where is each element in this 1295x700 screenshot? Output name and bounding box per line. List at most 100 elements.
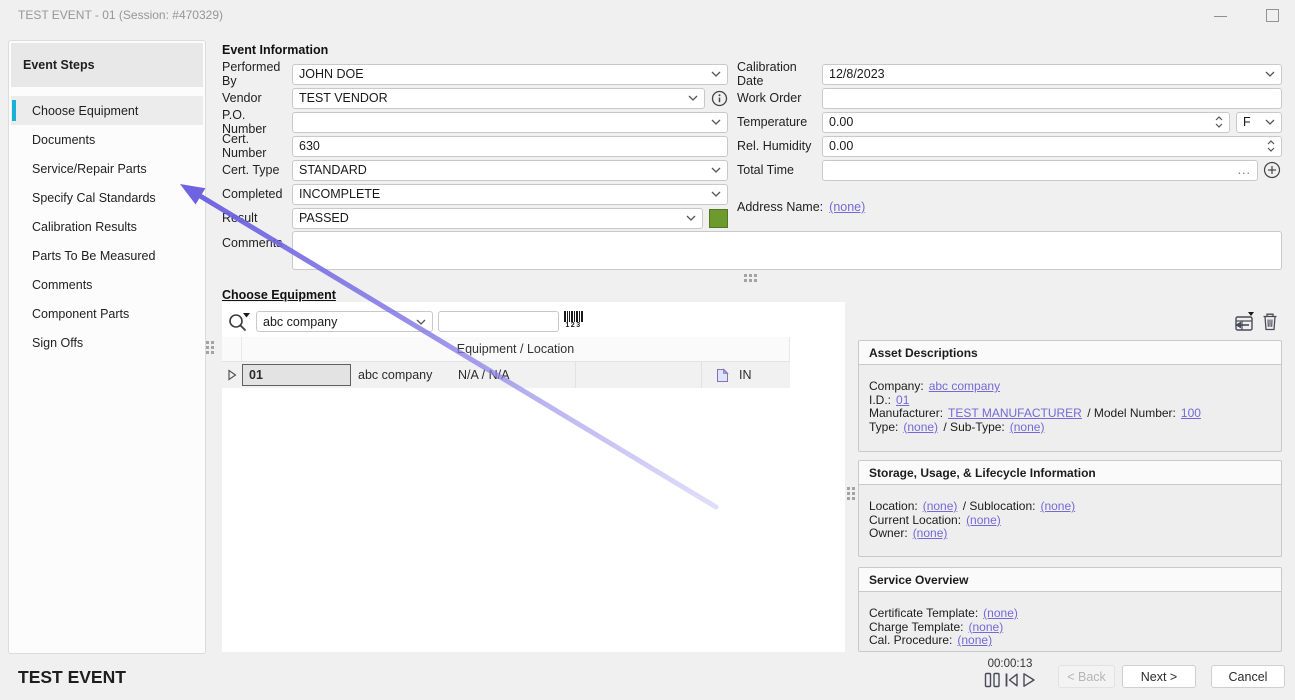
sidebar-item-label: Service/Repair Parts [32,162,147,176]
sidebar-item-label: Sign Offs [32,336,83,350]
equipment-table-row[interactable]: 01 abc company N/A / N/A IN [222,362,790,388]
type-label: Type: [869,420,898,434]
barcode-scan-button[interactable]: 123 [564,311,583,329]
id-link[interactable]: 01 [896,393,909,407]
ellipsis-button[interactable]: ... [1238,163,1251,177]
equipment-location-cell[interactable]: N/A / N/A [454,362,576,388]
delete-button[interactable] [1261,312,1279,332]
sidebar-item-sign-offs[interactable]: Sign Offs [11,328,203,357]
storage-info-header: Storage, Usage, & Lifecycle Information [859,461,1281,485]
sidebar-item-label: Calibration Results [32,220,137,234]
skip-to-start-icon [1004,672,1019,688]
sidebar-item-documents[interactable]: Documents [11,125,203,154]
sidebar-item-component-parts[interactable]: Component Parts [11,299,203,328]
equipment-status-cell[interactable]: IN [702,362,790,388]
completed-combobox[interactable]: INCOMPLETE [292,184,728,205]
current-location-label: Current Location: [869,513,961,527]
subtype-label: / Sub-Type: [943,420,1004,434]
grid-options-button[interactable] [1229,311,1255,333]
service-overview-header: Service Overview [859,568,1281,592]
selected-indicator-bar [12,100,16,121]
manufacturer-link[interactable]: TEST MANUFACTURER [948,406,1082,420]
sidebar-item-service-repair-parts[interactable]: Service/Repair Parts [11,154,203,183]
temperature-unit-combobox[interactable]: F [1236,112,1282,133]
owner-label: Owner: [869,526,908,540]
horizontal-splitter-handle[interactable] [744,274,757,282]
completed-value: INCOMPLETE [299,187,707,201]
cal-procedure-link[interactable]: (none) [957,633,992,647]
maximize-button[interactable] [1258,5,1286,25]
row-expander[interactable] [222,369,242,381]
current-location-link[interactable]: (none) [966,513,1001,527]
equipment-table-header[interactable]: Equipment / Location [222,337,790,362]
sublocation-label: / Sublocation: [963,499,1036,513]
company-filter-value: abc company [263,315,412,329]
minimize-button[interactable] [1206,6,1234,26]
spinner-arrows-icon[interactable] [1267,140,1275,152]
storage-info-panel: Storage, Usage, & Lifecycle Information … [858,460,1282,557]
total-time-field[interactable]: ... [822,160,1258,181]
event-steps-sidebar: Event Steps Choose Equipment Documents S… [8,40,206,654]
cert-number-input[interactable] [292,136,728,157]
sidebar-item-parts-to-be-measured[interactable]: Parts To Be Measured [11,241,203,270]
trash-icon [1261,312,1279,332]
sublocation-link[interactable]: (none) [1040,499,1075,513]
equipment-id-cell[interactable]: 01 [242,364,351,386]
back-button[interactable]: < Back [1058,665,1115,688]
spinner-arrows-icon[interactable] [1215,116,1223,128]
po-number-combobox[interactable] [292,112,728,133]
vendor-info-button[interactable] [711,90,728,107]
expander-column-header [222,337,242,361]
chevron-down-icon [688,95,698,101]
sidebar-item-comments[interactable]: Comments [11,270,203,299]
sidebar-item-choose-equipment[interactable]: Choose Equipment [11,96,203,125]
comments-textarea[interactable] [292,231,1282,270]
window-title: TEST EVENT - 01 (Session: #470329) [18,8,223,22]
vendor-combobox[interactable]: TEST VENDOR [292,88,705,109]
play-button[interactable] [1022,672,1036,688]
model-number-link[interactable]: 100 [1181,406,1201,420]
chevron-down-icon [1265,119,1275,125]
chevron-down-icon [1265,71,1275,77]
location-link[interactable]: (none) [923,499,958,513]
cal-procedure-label: Cal. Procedure: [869,633,952,647]
sidebar-item-specify-cal-standards[interactable]: Specify Cal Standards [11,183,203,212]
equipment-company-cell[interactable]: abc company [354,368,454,382]
equipment-location-column-header[interactable]: Equipment / Location [242,342,789,356]
cert-type-combobox[interactable]: STANDARD [292,160,728,181]
manufacturer-label: Manufacturer: [869,406,943,420]
sidebar-splitter-handle[interactable] [206,341,214,354]
sidebar-item-label: Specify Cal Standards [32,191,156,205]
add-time-button[interactable] [1263,161,1281,179]
chevron-down-icon [711,119,721,125]
sidebar-item-calibration-results[interactable]: Calibration Results [11,212,203,241]
type-link[interactable]: (none) [903,420,938,434]
chevron-down-icon [711,167,721,173]
next-button[interactable]: Next > [1122,665,1196,688]
performed-by-combobox[interactable]: JOHN DOE [292,64,728,85]
result-label: Result [222,211,292,225]
charge-template-link[interactable]: (none) [969,620,1004,634]
maximize-icon [1266,9,1279,22]
owner-link[interactable]: (none) [913,526,948,540]
cancel-button[interactable]: Cancel [1211,665,1285,688]
work-order-input[interactable] [822,88,1282,109]
search-filter-button[interactable] [226,308,252,334]
equipment-search-input[interactable] [438,311,559,332]
barcode-digits: 123 [565,322,581,329]
subtype-link[interactable]: (none) [1010,420,1045,434]
panel-splitter-handle[interactable] [847,487,855,500]
certificate-template-link[interactable]: (none) [983,606,1018,620]
company-filter-combobox[interactable]: abc company [256,311,433,332]
event-information-title: Event Information [222,43,328,57]
restart-button[interactable] [1004,672,1019,688]
result-combobox[interactable]: PASSED [292,208,703,229]
company-link[interactable]: abc company [929,379,1000,393]
address-name-link[interactable]: (none) [829,200,865,214]
temperature-spinner[interactable]: 0.00 [822,112,1230,133]
timer-controls [975,672,1045,688]
rel-humidity-spinner[interactable]: 0.00 [822,136,1282,157]
calibration-date-combobox[interactable]: 12/8/2023 [822,64,1282,85]
asset-descriptions-body: Company:abc company I.D.:01 Manufacturer… [859,365,1281,434]
pause-button[interactable] [984,672,1001,688]
